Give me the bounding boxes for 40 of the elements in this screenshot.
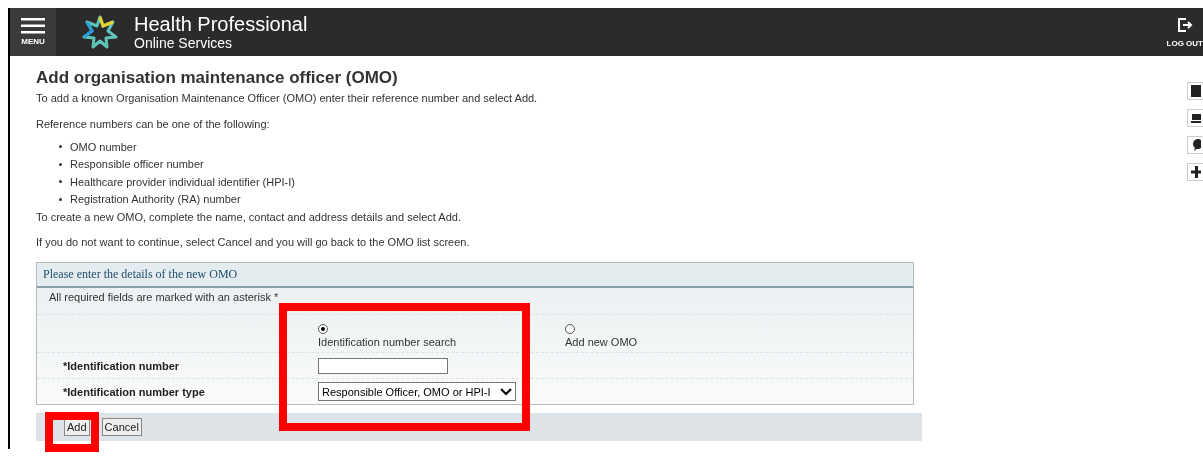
menu-icon: [21, 18, 45, 34]
list-item: Responsible officer number: [70, 158, 204, 171]
chat-button[interactable]: [1187, 136, 1203, 154]
laptop-icon: [1191, 113, 1201, 123]
cancel-button[interactable]: Cancel: [101, 418, 142, 436]
plus-icon: [1191, 166, 1201, 178]
caret-icon: [500, 387, 512, 396]
list-intro-text: Reference numbers can be one of the following:: [36, 118, 271, 130]
radio-option[interactable]: Add new OMO: [565, 323, 638, 348]
select-dropdown[interactable]: Responsible Officer, OMO or HPI-I: [318, 382, 516, 401]
note-text: If you do not want to continue, select Cancel and you will go back to the OMO list screen.: [36, 236, 471, 248]
bullet-icon: [59, 145, 62, 149]
menu-button[interactable]: MENU: [10, 8, 56, 56]
list-item: Registration Authority (RA) number: [70, 193, 241, 206]
plus-button[interactable]: [1187, 163, 1203, 181]
field-label: *Identification number type: [62, 385, 206, 398]
input-field[interactable]: [318, 357, 448, 374]
logout-button[interactable]: LOG OUT: [1166, 16, 1203, 48]
laptop-button[interactable]: [1187, 109, 1203, 127]
help-button[interactable]: [1187, 82, 1203, 100]
form-heading: Please enter the details of the new OMO: [37, 263, 913, 288]
speech-bubble-icon: [1191, 139, 1201, 151]
note-text: To create a new OMO, complete the name, contact and address details and select Add.: [36, 211, 462, 223]
bullet-icon: [59, 197, 62, 201]
list-item: OMO number: [70, 140, 137, 153]
radio-button[interactable]: [318, 323, 328, 334]
required-note: All required fields are marked with an asterisk *: [49, 291, 279, 303]
site-title: Health Professional: [134, 14, 308, 34]
radio-button[interactable]: [565, 323, 575, 334]
list-item: Healthcare provider individual identifier (HPI-I): [70, 175, 295, 188]
field-label: *Identification number: [62, 359, 181, 372]
site-subtitle: Online Services: [134, 36, 234, 50]
bullet-icon: [59, 162, 62, 166]
intro-text: To add a known Organisation Maintenance Officer (OMO) enter their reference number and select Add.: [36, 92, 539, 104]
highlight-frame: [45, 412, 99, 452]
bullet-icon: [59, 180, 62, 184]
logout-icon: [1176, 16, 1193, 33]
page-title: Add organisation maintenance officer (OMO): [36, 68, 399, 88]
star-logo-icon: [82, 15, 118, 49]
radio-option[interactable]: Identification number search: [318, 323, 457, 348]
